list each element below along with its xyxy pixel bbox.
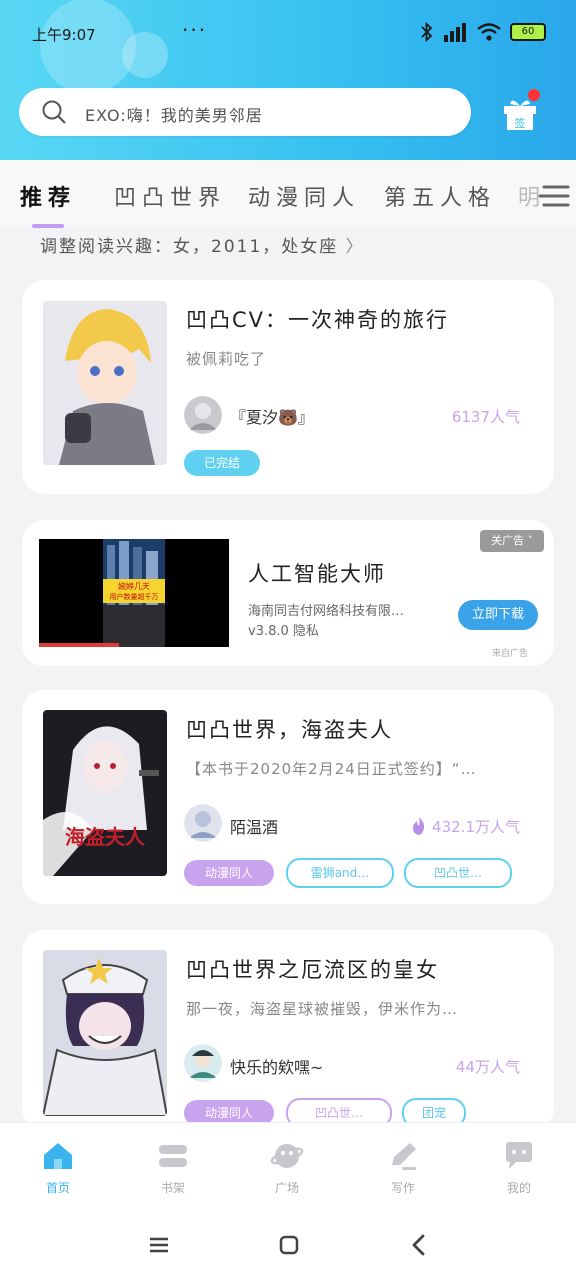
close-ad-label: 关广告: [491, 534, 524, 547]
avatar[interactable]: [184, 1044, 222, 1082]
book-subtitle: 被佩莉吃了: [186, 350, 267, 368]
nav-label: 首页: [45, 1181, 70, 1195]
nav-label: 我的: [506, 1181, 531, 1195]
download-button[interactable]: 立即下载: [458, 600, 538, 630]
status-time: 上午9:07: [32, 26, 96, 44]
interest-text: 调整阅读兴趣：女，2011，处女座: [40, 237, 339, 257]
search-icon: [42, 100, 66, 124]
bookshelf-icon: [159, 1145, 187, 1167]
nav-bookshelf[interactable]: 书架: [138, 1139, 208, 1196]
nav-label: 书架: [160, 1181, 185, 1195]
battery-icon: 60: [510, 23, 546, 41]
chevron-down-icon: ˅: [527, 534, 534, 547]
book-cover: [43, 301, 167, 465]
ad-video-line2: 用户数量超千万: [110, 592, 159, 601]
ad-video[interactable]: 婉婷几天 用户数量超千万: [39, 539, 229, 647]
checkin-label: 签: [515, 116, 526, 130]
author-name[interactable]: 快乐的欸嘿~: [230, 1054, 323, 1078]
ad-privacy-link[interactable]: 隐私: [293, 624, 319, 639]
close-ad-button[interactable]: 关广告 ˅: [480, 530, 544, 552]
ad-source: 来自广告: [492, 649, 529, 659]
nav-home[interactable]: 首页: [23, 1139, 93, 1196]
signal-icon: [444, 23, 466, 42]
pen-icon: [392, 1143, 416, 1170]
home-button-icon[interactable]: [276, 1232, 302, 1258]
search-placeholder: EXO:嗨！我的美男邻居: [85, 106, 263, 125]
popularity-count: 44万人气: [455, 1058, 520, 1076]
chat-icon: [506, 1142, 532, 1169]
system-nav-bar: [0, 1210, 576, 1280]
popularity-count: 6137人气: [451, 408, 520, 426]
popularity-value: 432.1万人气: [432, 818, 520, 836]
nav-label: 写作: [390, 1181, 415, 1195]
book-title: 凹凸世界之厄流区的皇女: [186, 958, 439, 982]
ad-version: v3.8.0 隐私: [248, 620, 319, 639]
status-tag[interactable]: 已完结: [184, 450, 260, 476]
popularity-count: 432.1万人气: [411, 816, 520, 837]
ad-video-frame: 婉婷几天 用户数量超千万: [39, 539, 165, 647]
topic-tag[interactable]: 凹凸世…: [404, 858, 512, 888]
book-subtitle: 【本书于2020年2月24日正式签约】“…: [186, 760, 477, 778]
notification-dot: [528, 89, 540, 101]
author-name[interactable]: 『夏汐🐻』: [230, 404, 314, 428]
tab-identity-v[interactable]: 第五人格: [384, 180, 496, 212]
tab-anime-fanfic[interactable]: 动漫同人: [248, 180, 360, 212]
chevron-right-icon: 〉: [345, 237, 365, 257]
home-icon: [44, 1143, 72, 1169]
author-name[interactable]: 陌温酒: [230, 814, 278, 838]
back-icon[interactable]: [406, 1232, 432, 1258]
nav-me[interactable]: 我的: [484, 1139, 554, 1196]
book-subtitle: 那一夜，海盗星球被摧毁，伊米作为…: [186, 1000, 459, 1018]
wifi-icon: [477, 23, 501, 41]
book-title: 凹凸CV：一次神奇的旅行: [186, 308, 450, 332]
avatar[interactable]: [184, 396, 222, 434]
tab-aotu-world[interactable]: 凹凸世界: [114, 180, 226, 212]
flame-icon: [413, 817, 425, 835]
nav-square[interactable]: 广场: [252, 1139, 322, 1196]
book-cover: [43, 950, 167, 1116]
category-tabs: 推荐 凹凸世界 动漫同人 第五人格 明: [0, 160, 576, 228]
ad-video-line1: 婉婷几天: [118, 581, 150, 591]
ad-card[interactable]: 婉婷几天 用户数量超千万 关广告 ˅ 人工智能大师 海南同吉付网络科技有限… v…: [22, 520, 554, 666]
checkin-gift-icon[interactable]: 签: [502, 96, 538, 132]
planet-icon: [270, 1144, 304, 1168]
status-more: ···: [182, 18, 208, 42]
nav-label: 广场: [274, 1181, 299, 1195]
ad-title: 人工智能大师: [248, 562, 386, 586]
menu-icon[interactable]: [538, 182, 570, 210]
book-title: 凹凸世界，海盗夫人: [186, 718, 393, 742]
book-card[interactable]: 凹凸世界之厄流区的皇女 那一夜，海盗星球被摧毁，伊米作为… 快乐的欸嘿~ 44万…: [22, 930, 554, 1130]
recents-icon[interactable]: [146, 1232, 172, 1258]
bottom-nav: 首页 书架 广场 写作 我的: [0, 1122, 576, 1211]
svg-text:海盗夫人: 海盗夫人: [65, 825, 146, 849]
bluetooth-icon: [421, 22, 433, 42]
status-bar: 上午9:07 ··· 60: [0, 18, 576, 50]
genre-tag[interactable]: 动漫同人: [184, 860, 274, 886]
ad-version-number: v3.8.0: [248, 624, 289, 639]
nav-write[interactable]: 写作: [368, 1139, 438, 1196]
tab-recommend[interactable]: 推荐: [20, 180, 76, 212]
battery-level: 60: [521, 26, 535, 37]
book-card[interactable]: 海盗夫人 凹凸世界，海盗夫人 【本书于2020年2月24日正式签约】“… 陌温酒…: [22, 690, 554, 904]
interest-settings[interactable]: 调整阅读兴趣：女，2011，处女座 〉: [40, 232, 365, 257]
ad-company: 海南同吉付网络科技有限…: [248, 604, 405, 619]
topic-tag[interactable]: 雷狮and…: [286, 858, 394, 888]
book-cover: 海盗夫人: [43, 710, 167, 876]
avatar[interactable]: [184, 804, 222, 842]
search-bar[interactable]: EXO:嗨！我的美男邻居: [19, 88, 471, 136]
book-card[interactable]: 凹凸CV：一次神奇的旅行 被佩莉吃了 『夏汐🐻』 6137人气 已完结: [22, 280, 554, 494]
active-tab-indicator: [32, 224, 64, 228]
